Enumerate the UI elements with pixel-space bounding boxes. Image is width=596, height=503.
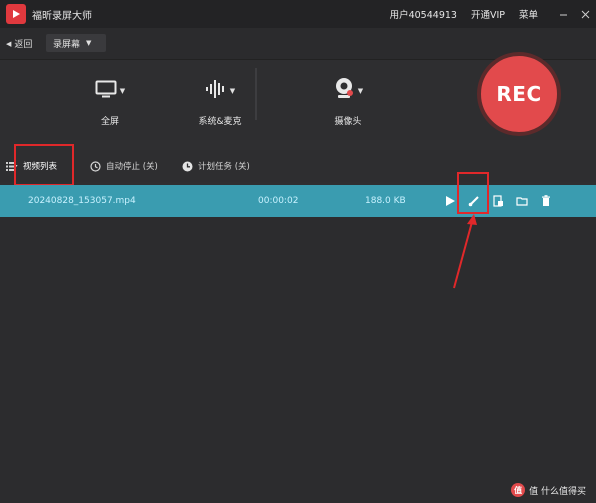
user-account[interactable]: 用户40544913 [390,7,457,21]
audio-label: 系统&麦克 [198,117,242,127]
file-name: 20240828_153057.mp4 [28,196,136,206]
audio-source[interactable]: ▼ 系统&麦克 [180,60,260,140]
chevron-down-icon[interactable]: ▼ [120,87,125,95]
tab-auto-stop-label: 自动停止 (关) [106,162,158,172]
camera-label: 摄像头 [334,117,362,127]
annotation-arrow [453,214,477,289]
file-list: 20240828_153057.mp4 00:00:02 188.0 KB [0,185,596,503]
watermark-logo-icon: 值 [511,483,526,497]
file-size: 188.0 KB [365,196,406,206]
minimize-icon[interactable] [552,0,574,28]
watermark-text: 值 什么值得买 [529,486,586,497]
fullscreen-source[interactable]: ▼ 全屏 [70,60,150,140]
chevron-down-icon[interactable]: ▼ [230,87,235,95]
watermark: 值 值 什么值得买 [511,483,586,497]
monitor-icon [95,80,117,102]
clock-icon [90,160,101,172]
webcam-icon [333,77,355,105]
chevron-down-icon: ▼ [86,39,92,47]
table-row[interactable]: 20240828_153057.mp4 00:00:02 188.0 KB [0,185,596,217]
schedule-clock-icon [182,161,193,172]
export-icon[interactable] [490,193,506,209]
back-label: 返回 [14,40,33,50]
chevron-down-icon[interactable]: ▼ [358,87,363,95]
trash-icon[interactable] [538,193,554,209]
title-bar-right: 用户40544913 开通VIP 菜单 [390,0,596,28]
camera-source[interactable]: ▼ 摄像头 [308,60,388,140]
tabs-row: 视频列表 自动停止 (关) 计划任务 (关) [0,150,596,182]
record-mode-value: 录屏幕 [53,39,81,50]
vip-link[interactable]: 开通VIP [471,7,505,21]
close-icon[interactable] [574,0,596,28]
menu-button[interactable]: 菜单 [519,7,538,21]
back-arrow-icon: ◀ [6,39,12,48]
record-mode-select[interactable]: 录屏幕 ▼ [46,34,106,52]
audio-wave-icon [205,78,227,104]
app-logo-icon [6,4,26,24]
tab-schedule-label: 计划任务 (关) [198,162,250,172]
file-duration: 00:00:02 [258,196,299,206]
title-bar: 福昕录屏大师 用户40544913 开通VIP 菜单 [0,0,596,28]
source-divider [255,68,257,120]
tab-auto-stop[interactable]: 自动停止 (关) [90,150,158,182]
folder-icon[interactable] [514,193,530,209]
play-icon[interactable] [442,193,458,209]
annotation-highlight-edit [457,172,489,214]
rec-button[interactable]: REC [477,52,561,136]
tab-schedule[interactable]: 计划任务 (关) [182,150,250,182]
annotation-highlight-video-list [14,144,74,186]
fullscreen-label: 全屏 [100,117,119,127]
back-button[interactable]: ◀ 返回 [6,37,33,51]
app-window: 福昕录屏大师 用户40544913 开通VIP 菜单 ◀ 返回 录屏幕 ▼ ▼ … [0,0,596,503]
app-title: 福昕录屏大师 [32,10,92,22]
